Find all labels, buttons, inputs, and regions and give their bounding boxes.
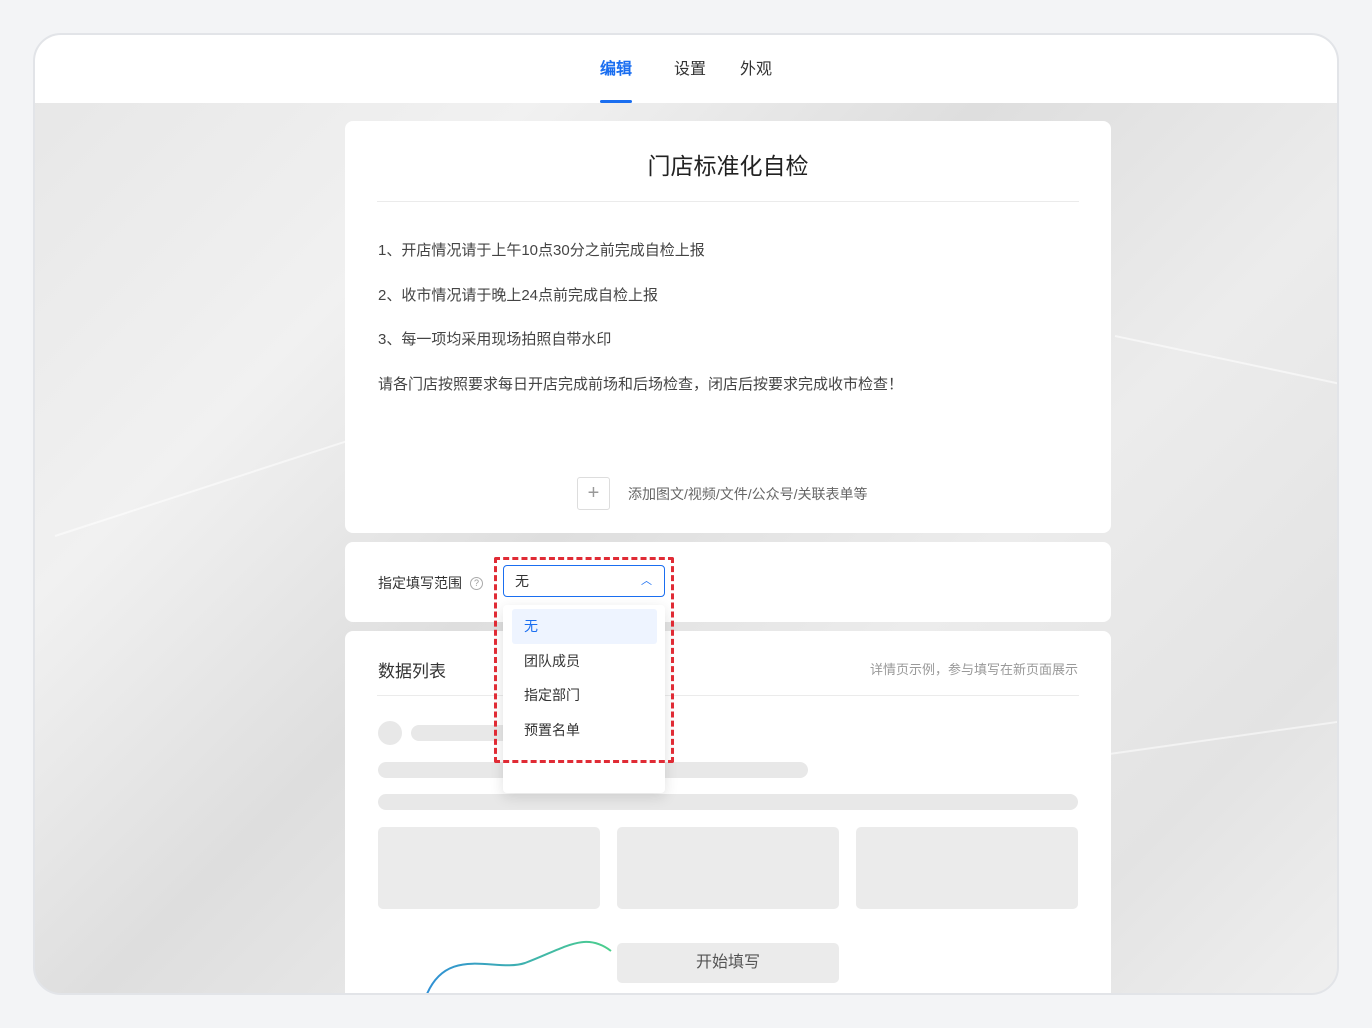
description-line[interactable]: 1、开店情况请于上午10点30分之前完成自检上报: [378, 239, 705, 260]
data-list-title: 数据列表: [378, 662, 446, 681]
tab-appearance[interactable]: 外观: [720, 35, 792, 103]
dropdown-option-department[interactable]: 指定部门: [512, 678, 657, 713]
skeleton-line: [378, 794, 1078, 810]
add-content-label[interactable]: 添加图文/视频/文件/公众号/关联表单等: [628, 484, 868, 504]
dropdown-option-team-members[interactable]: 团队成员: [512, 644, 657, 679]
divider: [377, 201, 1079, 202]
skeleton-block: [378, 827, 600, 909]
fill-range-dropdown: 无 团队成员 指定部门 预置名单: [503, 605, 665, 793]
dropdown-option-preset-list[interactable]: 预置名单: [512, 713, 657, 748]
device-frame: 编辑 设置 外观 门店标准化自检 1、开店情况请于上午10点30分之前完成自检上…: [33, 33, 1339, 995]
skeleton-block: [617, 827, 839, 909]
data-list-note: 详情页示例，参与填写在新页面展示: [869, 662, 1078, 677]
tab-bar: 编辑 设置 外观: [35, 35, 1337, 103]
skeleton-avatar: [378, 721, 402, 745]
description-line[interactable]: 请各门店按照要求每日开店完成前场和后场检查，闭店后按要求完成收市检查！: [378, 373, 903, 394]
select-value: 无: [515, 573, 529, 589]
dropdown-option-none[interactable]: 无: [512, 609, 657, 644]
divider: [377, 695, 1079, 696]
plus-icon[interactable]: +: [577, 477, 610, 510]
fill-range-card: 指定填写范围 ? 无 ︿: [345, 542, 1111, 622]
skeleton-block: [856, 827, 1078, 909]
fill-range-text: 指定填写范围: [378, 575, 462, 591]
paper-crease: [1094, 718, 1337, 757]
start-fill-button[interactable]: 开始填写: [617, 943, 839, 983]
form-title[interactable]: 门店标准化自检: [345, 147, 1111, 181]
add-content-row[interactable]: + 添加图文/视频/文件/公众号/关联表单等: [577, 477, 868, 510]
paper-crease: [1114, 335, 1337, 387]
tab-edit[interactable]: 编辑: [580, 35, 652, 103]
fill-range-select[interactable]: 无 ︿: [503, 565, 665, 597]
tab-settings[interactable]: 设置: [654, 35, 726, 103]
fill-range-label: 指定填写范围 ?: [378, 573, 483, 593]
form-header-card: 门店标准化自检 1、开店情况请于上午10点30分之前完成自检上报 2、收市情况请…: [345, 121, 1111, 533]
description-line[interactable]: 3、每一项均采用现场拍照自带水印: [378, 328, 611, 349]
help-icon[interactable]: ?: [470, 576, 483, 590]
top-bar: 编辑 设置 外观: [35, 35, 1337, 103]
wave-decoration: [426, 940, 612, 993]
description-line[interactable]: 2、收市情况请于晚上24点前完成自检上报: [378, 284, 658, 305]
data-list-card: 数据列表 详情页示例，参与填写在新页面展示 开始填写: [345, 631, 1111, 993]
chevron-up-icon: ︿: [641, 575, 652, 587]
